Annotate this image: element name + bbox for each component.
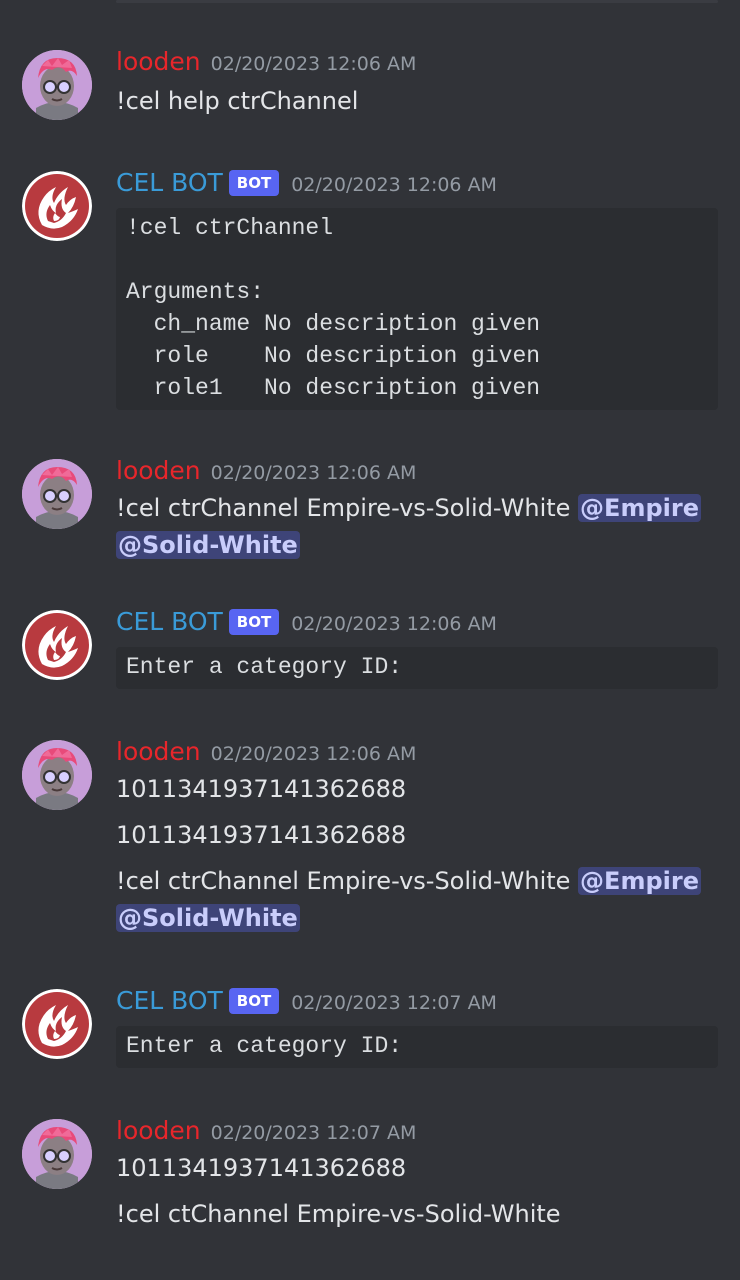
code-block: Enter a category ID: — [116, 647, 718, 689]
message-header: looden 02/20/2023 12:06 AM — [116, 47, 718, 77]
message-text: 1011341937141362688 — [116, 1154, 407, 1182]
role-mention[interactable]: @Solid-White — [116, 904, 300, 932]
message-text: !cel help ctrChannel — [116, 87, 359, 115]
avatar[interactable] — [22, 171, 92, 241]
bot-tag: BOT — [228, 170, 280, 196]
message-text: !cel ctrChannel Empire-vs-Solid-White @E… — [116, 863, 718, 900]
previous-message-divider — [116, 0, 718, 3]
message-text: @Solid-White — [116, 900, 718, 937]
code-block: Enter a category ID: — [116, 1026, 718, 1068]
message-text: 1011341937141362688 — [116, 821, 407, 849]
message-text-span: !cel ctrChannel Empire-vs-Solid-White — [116, 494, 579, 522]
avatar[interactable] — [22, 50, 92, 120]
timestamp: 02/20/2023 12:06 AM — [291, 174, 497, 196]
username[interactable]: looden — [116, 1116, 201, 1145]
timestamp: 02/20/2023 12:06 AM — [210, 462, 417, 484]
timestamp: 02/20/2023 12:06 AM — [210, 53, 417, 75]
timestamp: 02/20/2023 12:07 AM — [210, 1122, 417, 1144]
username[interactable]: CEL BOT — [116, 607, 223, 636]
username[interactable]: looden — [116, 456, 201, 485]
avatar[interactable] — [22, 459, 92, 529]
username[interactable]: CEL BOT — [116, 168, 223, 197]
timestamp: 02/20/2023 12:07 AM — [291, 992, 497, 1014]
message-header: CEL BOT BOT 02/20/2023 12:07 AM — [116, 986, 718, 1016]
bot-tag: BOT — [228, 609, 280, 635]
avatar[interactable] — [22, 610, 92, 680]
message-header: looden 02/20/2023 12:06 AM — [116, 456, 718, 486]
message-text: !cel ctrChannel Empire-vs-Solid-White @E… — [116, 490, 718, 527]
message-text: !cel ctChannel Empire-vs-Solid-White — [116, 1200, 561, 1228]
role-mention[interactable]: @Solid-White — [116, 531, 300, 559]
message-text: @Solid-White — [116, 527, 718, 564]
avatar[interactable] — [22, 740, 92, 810]
username[interactable]: looden — [116, 737, 201, 766]
timestamp: 02/20/2023 12:06 AM — [210, 743, 417, 765]
message-header: looden 02/20/2023 12:07 AM — [116, 1116, 718, 1146]
timestamp: 02/20/2023 12:06 AM — [291, 613, 497, 635]
message-header: looden 02/20/2023 12:06 AM — [116, 737, 718, 767]
bot-tag: BOT — [228, 988, 280, 1014]
code-block: !cel ctrChannel Arguments: ch_name No de… — [116, 208, 718, 410]
message-text-span: !cel ctrChannel Empire-vs-Solid-White — [116, 867, 579, 895]
message-header: CEL BOT BOT 02/20/2023 12:06 AM — [116, 168, 718, 198]
role-mention[interactable]: @Empire — [578, 867, 701, 895]
avatar[interactable] — [22, 989, 92, 1059]
message-header: CEL BOT BOT 02/20/2023 12:06 AM — [116, 607, 718, 637]
role-mention[interactable]: @Empire — [578, 494, 701, 522]
username[interactable]: CEL BOT — [116, 986, 223, 1015]
message-text: 1011341937141362688 — [116, 775, 407, 803]
avatar[interactable] — [22, 1119, 92, 1189]
username[interactable]: looden — [116, 47, 201, 76]
